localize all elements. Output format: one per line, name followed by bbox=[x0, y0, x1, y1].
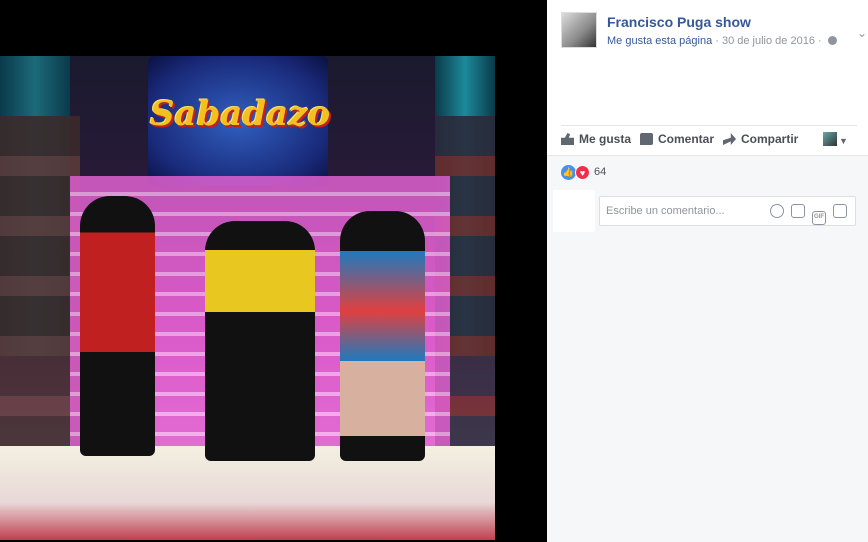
comment-button[interactable]: Comentar bbox=[640, 132, 714, 146]
like-page-link[interactable]: Me gusta esta página bbox=[607, 35, 712, 47]
smiley-icon[interactable] bbox=[770, 204, 784, 218]
like-reaction-icon: 👍 bbox=[561, 165, 576, 180]
photo-viewer-stage: Sabadazo bbox=[0, 0, 547, 542]
post-header: Francisco Puga show Me gusta esta página… bbox=[561, 12, 867, 52]
actor-selector[interactable]: ▼ bbox=[823, 132, 848, 151]
comment-button-label: Comentar bbox=[658, 132, 715, 146]
sticker-icon[interactable] bbox=[833, 204, 847, 218]
share-icon bbox=[723, 133, 736, 145]
camera-icon[interactable] bbox=[791, 204, 805, 218]
reaction-count: 64 bbox=[594, 166, 607, 178]
dancer-red-jacket bbox=[80, 196, 155, 456]
comment-composer: Escribe un comentario... GIF bbox=[553, 190, 856, 232]
audience-left bbox=[0, 116, 80, 456]
dancer-floral-dress bbox=[340, 211, 425, 461]
like-button[interactable]: Me gusta bbox=[561, 132, 631, 146]
post-date[interactable]: 30 de julio de 2016 bbox=[722, 35, 815, 47]
social-section: 👍 ♥ 64 Escribe un comentario... GIF bbox=[547, 155, 868, 542]
comment-icon bbox=[640, 133, 653, 145]
comment-tools: GIF bbox=[770, 204, 854, 225]
post-sidebar: Francisco Puga show Me gusta esta página… bbox=[547, 0, 868, 542]
actor-avatar bbox=[823, 132, 837, 146]
thumbs-up-icon bbox=[561, 133, 574, 145]
like-button-label: Me gusta bbox=[579, 132, 632, 146]
gif-icon[interactable]: GIF bbox=[812, 211, 826, 225]
page-name-link[interactable]: Francisco Puga show bbox=[607, 14, 751, 30]
page-avatar[interactable] bbox=[561, 12, 597, 48]
share-button[interactable]: Compartir bbox=[723, 132, 798, 146]
caret-down-icon: ▼ bbox=[839, 136, 848, 146]
share-button-label: Compartir bbox=[741, 132, 799, 146]
comment-placeholder: Escribe un comentario... bbox=[606, 205, 725, 217]
post-actions-bar: Me gusta Comentar Compartir ▼ bbox=[561, 125, 857, 155]
dancer-yellow-shirt bbox=[205, 221, 315, 461]
meta-separator-2: · bbox=[814, 35, 825, 47]
show-sign-text: Sabadazo bbox=[150, 94, 331, 134]
meta-separator: · bbox=[712, 35, 722, 47]
commenter-avatar bbox=[553, 190, 595, 232]
post-photo[interactable]: Sabadazo bbox=[0, 56, 495, 540]
comment-input[interactable]: Escribe un comentario... GIF bbox=[599, 196, 856, 226]
post-meta: Me gusta esta página · 30 de julio de 20… bbox=[607, 35, 837, 47]
chevron-down-icon[interactable]: ⌄ bbox=[857, 26, 867, 40]
globe-icon bbox=[827, 36, 837, 45]
love-reaction-icon: ♥ bbox=[575, 165, 590, 180]
